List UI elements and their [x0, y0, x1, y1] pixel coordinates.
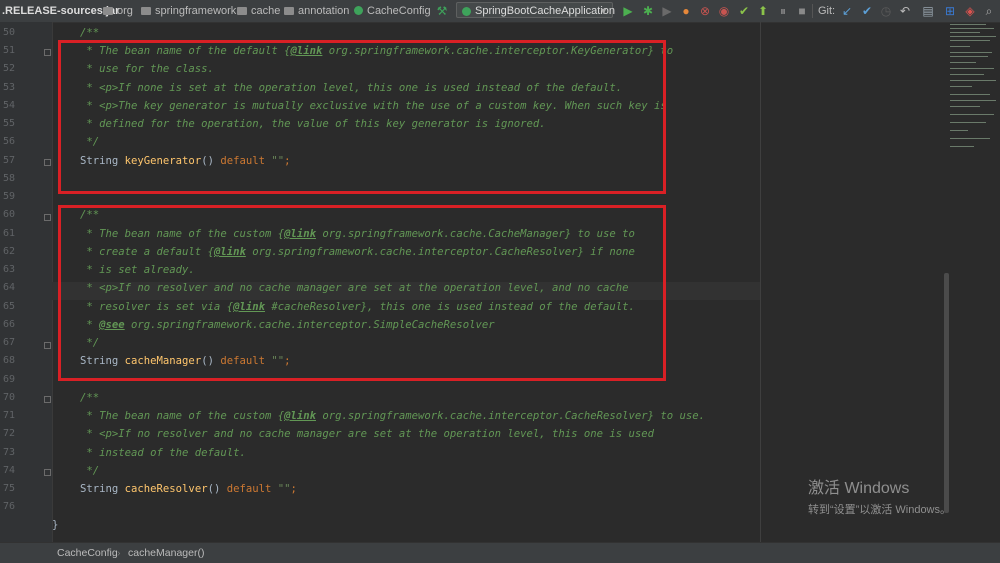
line-number: 52: [2, 63, 15, 74]
pause-icon[interactable]: ⏸: [776, 4, 790, 18]
code-line: String cacheResolver() default "";: [80, 483, 297, 495]
stop-square-icon[interactable]: ■: [795, 4, 809, 18]
code-line: * instead of the default.: [80, 447, 246, 459]
line-number: 64: [2, 282, 15, 293]
run-config-label: SpringBootCacheApplication: [475, 5, 616, 17]
windows-activation-watermark: 激活 Windows 转到“设置”以激活 Windows。: [808, 474, 951, 517]
breadcrumb-annotation[interactable]: annotation: [284, 4, 349, 18]
line-number: 71: [2, 410, 15, 421]
debug-icon[interactable]: ✱: [641, 4, 655, 18]
line-number: 61: [2, 228, 15, 239]
fold-toggle-icon[interactable]: [44, 469, 51, 476]
vcs-update-icon[interactable]: ↙: [840, 4, 854, 18]
update-icon[interactable]: ✔: [737, 4, 751, 18]
line-number: 54: [2, 100, 15, 111]
project-structure-icon[interactable]: ▤: [921, 4, 935, 18]
folder-icon: [103, 7, 113, 15]
line-number: 67: [2, 337, 15, 348]
run-coverage-icon[interactable]: ▶: [660, 4, 674, 18]
watermark-title: 激活 Windows: [808, 480, 910, 497]
line-number: 56: [2, 136, 15, 147]
fold-toggle-icon[interactable]: [44, 49, 51, 56]
code-line: */: [80, 465, 100, 477]
breadcrumb-class[interactable]: CacheConfig: [57, 547, 118, 559]
folder-icon: [237, 7, 247, 15]
profile-icon[interactable]: ●: [679, 4, 693, 18]
fold-toggle-icon[interactable]: [44, 159, 51, 166]
watermark-subtitle: 转到“设置”以激活 Windows。: [808, 504, 952, 516]
right-margin-guide: [760, 22, 761, 542]
navigation-toolbar: .RELEASE-sources.jar org springframework…: [0, 0, 1000, 23]
code-line: /**: [80, 392, 100, 404]
line-number: 74: [2, 465, 15, 476]
line-number: 63: [2, 264, 15, 275]
line-number: 57: [2, 155, 15, 166]
vcs-label: Git:: [818, 5, 836, 17]
line-number: 65: [2, 301, 15, 312]
minimap[interactable]: [948, 22, 1000, 152]
line-number: 68: [2, 355, 15, 366]
line-number: 70: [2, 392, 15, 403]
plugin-icon[interactable]: ◈: [963, 4, 977, 18]
undo-icon[interactable]: ↶: [898, 4, 912, 18]
deploy-icon[interactable]: ⬆: [756, 4, 770, 18]
line-number: 50: [2, 27, 15, 38]
line-number: 62: [2, 246, 15, 257]
line-number: 76: [2, 501, 15, 512]
build-hammer-icon[interactable]: ⚒: [435, 4, 449, 18]
code-line: * The bean name of the custom {@link org…: [80, 410, 706, 422]
annotation-icon: [354, 6, 363, 15]
breadcrumb-separator-icon: ›: [117, 547, 121, 559]
code-line: * <p>If no resolver and no cache manager…: [80, 428, 655, 440]
vcs-history-icon[interactable]: ◷: [879, 4, 893, 18]
line-number: 75: [2, 483, 15, 494]
breadcrumb-method[interactable]: cacheManager(): [128, 547, 204, 559]
line-number: 60: [2, 209, 15, 220]
highlight-box-key-generator: [58, 40, 666, 194]
fold-toggle-icon[interactable]: [44, 396, 51, 403]
stop-icon[interactable]: ⊗: [698, 4, 712, 18]
spring-icon: [462, 7, 471, 16]
line-number: 53: [2, 82, 15, 93]
line-number: 59: [2, 191, 15, 202]
vcs-commit-icon[interactable]: ✔: [860, 4, 874, 18]
run-config-select[interactable]: SpringBootCacheApplication ▼: [456, 2, 616, 18]
fold-toggle-icon[interactable]: [44, 342, 51, 349]
line-number: 66: [2, 319, 15, 330]
run-icon[interactable]: ▶: [621, 4, 635, 18]
highlight-box-cache-manager: [58, 205, 666, 381]
folder-icon: [141, 7, 151, 15]
line-number: 69: [2, 374, 15, 385]
line-number: 55: [2, 118, 15, 129]
editor-breadcrumb-bar: CacheConfig › cacheManager(): [0, 542, 1000, 563]
line-number: 51: [2, 45, 15, 56]
line-number: 72: [2, 428, 15, 439]
breadcrumb-cacheconfig[interactable]: CacheConfig: [354, 4, 431, 18]
record-icon[interactable]: ◉: [717, 4, 731, 18]
breadcrumb-org[interactable]: org: [103, 4, 133, 18]
search-icon[interactable]: ⌕: [982, 4, 996, 18]
line-number-gutter: 50 51 52 53 54 55 56 57 58 59 60 61 62 6…: [0, 22, 53, 542]
breadcrumb-jar[interactable]: .RELEASE-sources.jar: [2, 4, 119, 18]
breadcrumb-springframework[interactable]: springframework: [141, 4, 236, 18]
chevron-down-icon: ▼: [599, 6, 608, 16]
fold-toggle-icon[interactable]: [44, 214, 51, 221]
breadcrumb-cache[interactable]: cache: [237, 4, 280, 18]
line-number: 58: [2, 173, 15, 184]
translate-icon[interactable]: ⊞: [943, 4, 957, 18]
line-number: 73: [2, 447, 15, 458]
code-line: }: [52, 519, 59, 531]
folder-icon: [284, 7, 294, 15]
